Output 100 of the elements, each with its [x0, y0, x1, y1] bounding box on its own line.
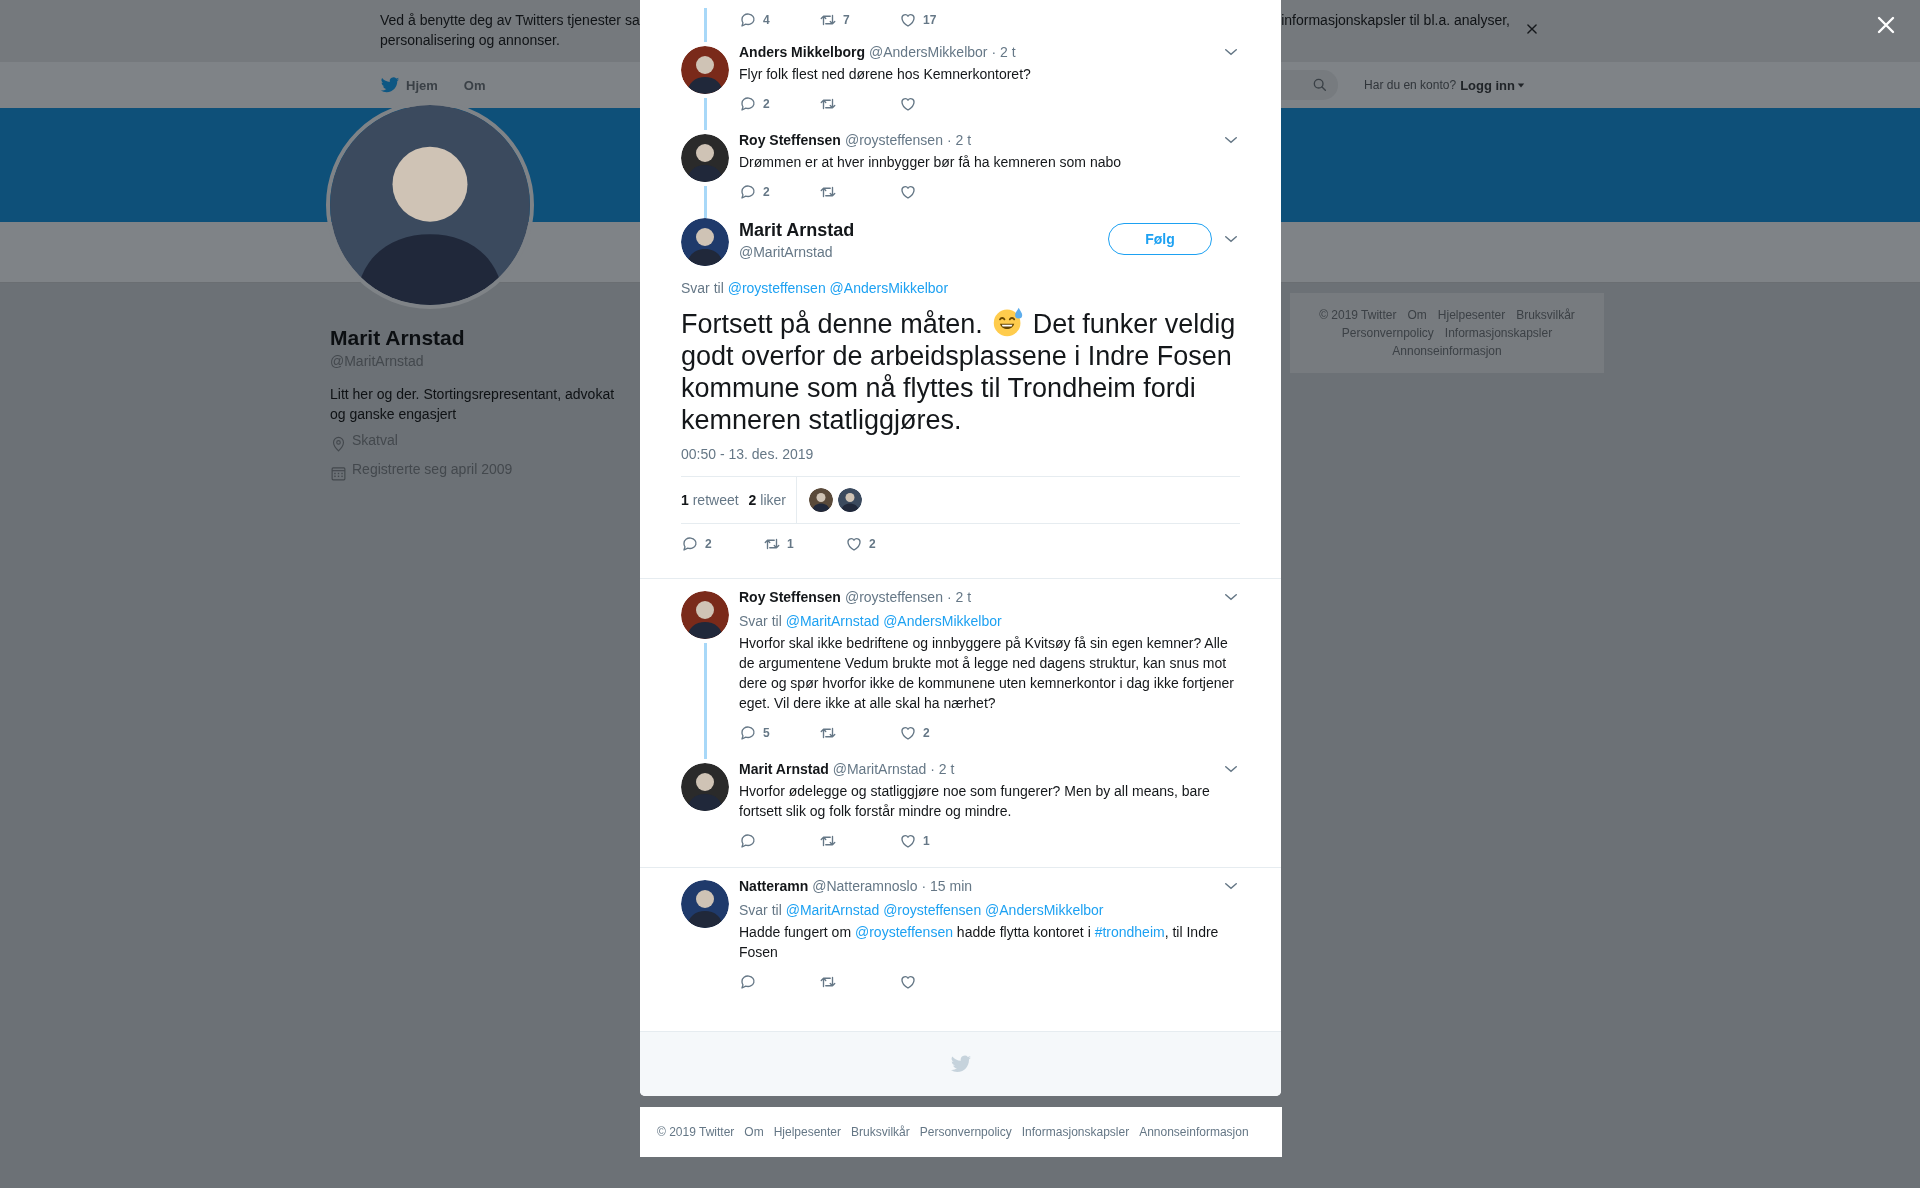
author-name[interactable]: Roy Steffensen	[739, 132, 841, 148]
avatar[interactable]	[681, 880, 729, 928]
close-icon[interactable]	[1525, 22, 1539, 36]
mention-link[interactable]: @AndersMikkelbor	[883, 613, 1002, 629]
reply-icon[interactable]	[739, 95, 757, 113]
footer-link[interactable]: Personvernpolicy	[919, 1125, 1012, 1139]
footer-link[interactable]: Hjelpesenter	[1437, 307, 1506, 323]
footer-link[interactable]: Om	[744, 1125, 764, 1139]
tweet-text: Fortsett på denne måten. Det funker veldig godt overfor de arbeidsplassene i Indre Fosen kommune som nå flyttes til Trondheim fordi kemneren statliggjøres.	[681, 306, 1240, 436]
account-prompt: Har du en konto?	[1364, 78, 1457, 92]
author-name[interactable]: Roy Steffensen	[739, 589, 841, 605]
mention-link[interactable]: @AndersMikkelbor	[829, 280, 949, 296]
follow-button[interactable]: Følg	[1108, 223, 1212, 255]
tweet-time[interactable]: · 2 t	[930, 761, 955, 777]
author-handle[interactable]: @roysteffensen	[844, 589, 943, 605]
author-handle[interactable]: @Natteramnoslo	[812, 878, 918, 894]
reply-count: 2	[705, 537, 712, 551]
reply-icon[interactable]	[739, 11, 757, 29]
bird-icon	[380, 75, 400, 95]
author-handle[interactable]: @roysteffensen	[844, 132, 943, 148]
tweet-time[interactable]: · 15 min	[921, 878, 973, 894]
tweet-text: Flyr folk flest ned dørene hos Kemnerkontoret?	[739, 65, 1032, 84]
tweet-text: Drømmen er at hver innbygger bør få ha kemneren som nabo	[739, 153, 1123, 172]
footer-link[interactable]: © 2019 Twitter	[1319, 307, 1397, 323]
mention-link[interactable]: @MaritArnstad	[785, 902, 880, 918]
like-icon[interactable]	[899, 95, 917, 113]
cookie-notice-text: informasjonskapsler til bl.a. analyser,	[1281, 11, 1510, 30]
like-icon[interactable]	[845, 535, 863, 553]
stat-link[interactable]: 1 retweet	[681, 492, 739, 508]
bird-icon	[949, 1053, 972, 1075]
author-name[interactable]: Anders Mikkelborg	[739, 44, 866, 60]
author-name[interactable]: Marit Arnstad	[739, 220, 1098, 241]
tweet-time[interactable]: · 2 t	[946, 132, 972, 148]
tweet-text: Hvorfor ødelegge og statliggjøre noe som fungerer? Men by all means, bare fortsett slik og folk forstår mindre og mindre.	[739, 782, 1211, 821]
calendar-icon	[330, 465, 347, 482]
like-icon[interactable]	[899, 832, 917, 850]
cookie-notice-text: personalisering og annonser.	[380, 32, 560, 48]
footer-link[interactable]: Bruksvilkår	[1516, 307, 1575, 323]
liker-avatar[interactable]	[837, 488, 862, 512]
tweet-text: Hadde fungert om @roysteffensen hadde flytta kontoret i #trondheim, til Indre Fosen	[739, 923, 1220, 962]
reply-to-line: Svar til @MaritArnstad @AndersMikkelbor	[739, 612, 1003, 631]
like-icon[interactable]	[899, 11, 917, 29]
search-icon[interactable]	[1312, 77, 1329, 93]
avatar[interactable]	[681, 46, 729, 94]
author-name[interactable]: Natteramn	[739, 878, 809, 894]
reply-icon[interactable]	[739, 724, 757, 742]
mention-link[interactable]: @AndersMikkelbor	[985, 902, 1104, 918]
caret-icon	[1517, 81, 1525, 89]
login-link[interactable]: Logg inn	[1460, 77, 1525, 93]
avatar[interactable]	[681, 591, 729, 639]
avatar[interactable]	[681, 218, 729, 266]
author-handle[interactable]: @MaritArnstad	[739, 244, 1098, 260]
like-count: 2	[923, 726, 930, 740]
reply-icon[interactable]	[739, 183, 757, 201]
tweet-text: Hvorfor skal ikke bedriftene og innbyggere på Kvitsøy få sin egen kemner? Alle de argumentene Vedum brukte mot å legge ned dagens struktur, kan snus mot dere og spør hvorfor ikke de kommunene uten kemnerkontor i dag ikke fortjener eget. Vil dere ikke at alle skal ha nærhet?	[739, 634, 1235, 713]
footer-link[interactable]: © 2019 Twitter	[657, 1125, 735, 1139]
tweet-time[interactable]: · 2 t	[991, 44, 1016, 60]
footer-link[interactable]: Om	[1407, 307, 1427, 323]
liker-avatar[interactable]	[808, 488, 833, 512]
reply-count: 4	[763, 13, 770, 27]
author-handle[interactable]: @MaritArnstad	[832, 761, 927, 777]
like-icon[interactable]	[899, 183, 917, 201]
reply-to-line: Svar til @roysteffensen @AndersMikkelbor	[681, 279, 950, 298]
footer-link[interactable]: Informasjonskapsler	[1444, 325, 1553, 341]
like-count: 2	[869, 537, 876, 551]
tweet-timestamp[interactable]: 00:50 - 13. des. 2019	[681, 446, 1240, 462]
reply-icon[interactable]	[739, 832, 757, 850]
reply-icon[interactable]	[681, 535, 699, 553]
mention-link[interactable]: @roysteffensen	[727, 280, 826, 296]
mention-link[interactable]: @roysteffensen	[854, 924, 953, 940]
reply-count: 2	[763, 97, 770, 111]
author-handle[interactable]: @AndersMikkelbor	[869, 44, 988, 60]
nav-link[interactable]: Hjem	[380, 75, 438, 95]
avatar[interactable]	[681, 134, 729, 182]
footer-link[interactable]: Hjelpesenter	[773, 1125, 842, 1139]
sweat-smile-emoji-icon	[991, 306, 1024, 338]
stat-link[interactable]: 2 liker	[748, 492, 786, 508]
cookie-notice-text: Ved å benytte deg av Twitters tjenester sa	[380, 11, 640, 30]
like-icon[interactable]	[899, 724, 917, 742]
like-icon[interactable]	[899, 973, 917, 991]
location-pin-icon	[330, 436, 347, 453]
mention-link[interactable]: @MaritArnstad	[785, 613, 880, 629]
footer-link[interactable]: Annonseinformasjon	[1139, 1125, 1249, 1139]
reply-count: 2	[763, 185, 770, 199]
footer-link[interactable]: Annonseinformasjon	[1392, 343, 1502, 359]
mention-link[interactable]: @roysteffensen	[883, 902, 982, 918]
retweet-count: 1	[787, 537, 794, 551]
tweet-time[interactable]: · 2 t	[946, 589, 972, 605]
retweet-count: 7	[843, 13, 850, 27]
profile-name: Marit Arnstad	[330, 326, 466, 350]
reply-to-line: Svar til @MaritArnstad @roysteffensen @AndersMikkelbor	[739, 901, 1105, 920]
reply-count: 5	[763, 726, 770, 740]
author-name[interactable]: Marit Arnstad	[739, 761, 829, 777]
reply-icon[interactable]	[739, 973, 757, 991]
hashtag-link[interactable]: #trondheim	[1094, 924, 1165, 940]
footer-link[interactable]: Personvernpolicy	[1341, 325, 1434, 341]
avatar[interactable]	[681, 763, 729, 811]
footer-link[interactable]: Informasjonskapsler	[1021, 1125, 1130, 1139]
footer-link[interactable]: Bruksvilkår	[851, 1125, 910, 1139]
nav-link[interactable]: Om	[463, 77, 486, 93]
